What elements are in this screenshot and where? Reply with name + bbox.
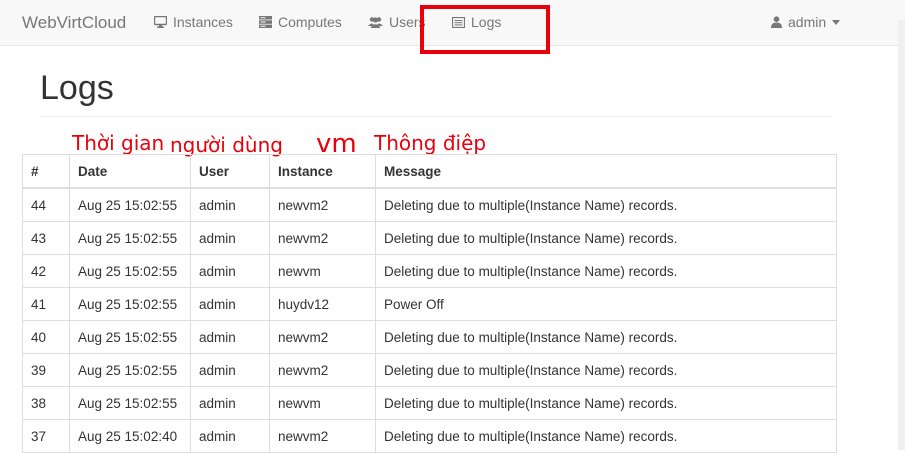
cell-number: 43 — [22, 221, 70, 255]
nav-instances[interactable]: Instances — [154, 14, 233, 30]
table-row: 44 Aug 25 15:02:55 admin newvm2 Deleting due… — [22, 187, 837, 222]
table-row: 43 Aug 25 15:02:55 admin newvm2 Deleting due… — [22, 221, 837, 255]
cell-message: Deleting due to multiple(Instance Name) … — [375, 221, 837, 255]
cell-user: admin — [190, 187, 270, 222]
user-menu[interactable]: admin — [771, 14, 841, 30]
monitor-icon — [154, 16, 167, 28]
page-title: Logs — [40, 69, 114, 107]
table-header-row: # Date User Instance Message — [22, 154, 837, 189]
cell-date: Aug 25 15:02:55 — [69, 187, 191, 222]
table-row: 39 Aug 25 15:02:55 admin newvm2 Deleting due… — [22, 353, 837, 387]
cell-date: Aug 25 15:02:40 — [69, 419, 191, 453]
column-header-user: User — [190, 154, 270, 189]
brand-link[interactable]: WebVirtCloud — [22, 13, 126, 33]
cell-user: admin — [190, 353, 270, 387]
cell-number: 40 — [22, 320, 70, 354]
nav-computes-label: Computes — [278, 14, 342, 30]
nav-logs[interactable]: Logs — [452, 14, 501, 30]
cell-date: Aug 25 15:02:55 — [69, 386, 191, 420]
cell-instance: newvm2 — [269, 187, 376, 222]
cell-message: Deleting due to multiple(Instance Name) … — [375, 187, 837, 222]
cell-instance: huydv12 — [269, 287, 376, 321]
scrollbar[interactable] — [898, 20, 905, 450]
cell-date: Aug 25 15:02:55 — [69, 353, 191, 387]
cell-number: 44 — [22, 187, 70, 222]
nav-logs-label: Logs — [471, 14, 502, 30]
cell-instance: newvm2 — [269, 320, 376, 354]
cell-date: Aug 25 15:02:55 — [69, 320, 191, 354]
navbar: WebVirtCloud Instances Computes Users Lo… — [0, 0, 905, 46]
user-icon — [771, 16, 782, 28]
table-row: 38 Aug 25 15:02:55 admin newvm Deleting due … — [22, 386, 837, 420]
cell-user: admin — [190, 254, 270, 288]
caret-down-icon — [832, 19, 841, 25]
cell-instance: newvm2 — [269, 419, 376, 453]
table-row: 37 Aug 25 15:02:40 admin newvm2 Deleting due… — [22, 419, 837, 453]
cell-message: Deleting due to multiple(Instance Name) … — [375, 386, 837, 420]
cell-user: admin — [190, 287, 270, 321]
cell-instance: newvm2 — [269, 221, 376, 255]
table-row: 41 Aug 25 15:02:55 admin huydv12 Power Off — [22, 287, 837, 321]
user-menu-label: admin — [788, 14, 827, 30]
nav-computes[interactable]: Computes — [259, 14, 342, 30]
cell-date: Aug 25 15:02:55 — [69, 287, 191, 321]
cell-instance: newvm — [269, 254, 376, 288]
table-row: 42 Aug 25 15:02:55 admin newvm Deleting due … — [22, 254, 837, 288]
cell-message: Deleting due to multiple(Instance Name) … — [375, 419, 837, 453]
cell-number: 41 — [22, 287, 70, 321]
cell-instance: newvm2 — [269, 353, 376, 387]
cell-number: 39 — [22, 353, 70, 387]
cell-date: Aug 25 15:02:55 — [69, 254, 191, 288]
cell-user: admin — [190, 320, 270, 354]
cell-number: 38 — [22, 386, 70, 420]
column-header-number: # — [22, 154, 70, 189]
column-header-message: Message — [375, 154, 837, 189]
server-icon — [259, 16, 272, 28]
cell-instance: newvm — [269, 386, 376, 420]
cell-message: Deleting due to multiple(Instance Name) … — [375, 320, 837, 354]
cell-user: admin — [190, 386, 270, 420]
nav-users[interactable]: Users — [368, 14, 426, 30]
table-row: 40 Aug 25 15:02:55 admin newvm2 Deleting due… — [22, 320, 837, 354]
nav-users-label: Users — [389, 14, 426, 30]
cell-user: admin — [190, 419, 270, 453]
logs-table: # Date User Instance Message 44 Aug 25 15… — [22, 154, 837, 453]
nav-instances-label: Instances — [173, 14, 233, 30]
cell-date: Aug 25 15:02:55 — [69, 221, 191, 255]
column-header-date: Date — [69, 154, 191, 189]
annotation-time: Thời gian — [72, 131, 165, 155]
annotation-message: Thông điệp — [374, 131, 487, 155]
annotation-user: người dùng — [170, 133, 283, 157]
title-divider — [40, 116, 832, 117]
cell-message: Deleting due to multiple(Instance Name) … — [375, 254, 837, 288]
list-icon — [452, 16, 465, 28]
cell-number: 42 — [22, 254, 70, 288]
cell-user: admin — [190, 221, 270, 255]
cell-message: Deleting due to multiple(Instance Name) … — [375, 353, 837, 387]
cell-number: 37 — [22, 419, 70, 453]
cell-message: Power Off — [375, 287, 837, 321]
users-icon — [368, 16, 383, 28]
column-header-instance: Instance — [269, 154, 376, 189]
